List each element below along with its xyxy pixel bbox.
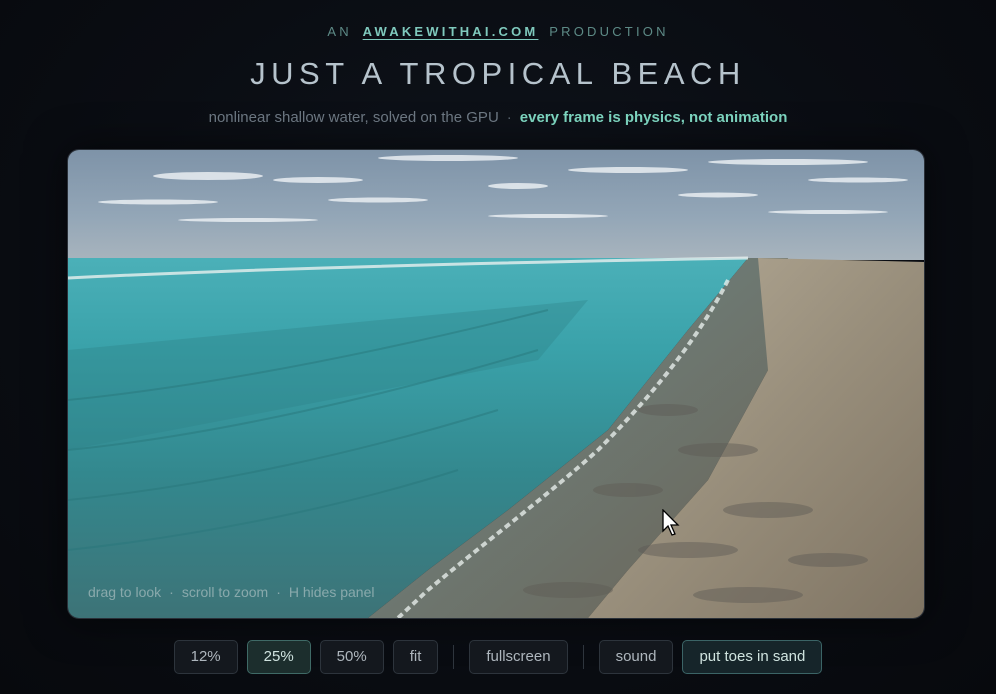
resolution-25-button[interactable]: 25%	[246, 640, 311, 674]
kicker-prefix: AN	[327, 24, 352, 39]
brand-link[interactable]: AWAKEWITHAI.COM	[363, 24, 539, 39]
subtitle-separator: ·	[506, 109, 512, 126]
toolbar-divider	[453, 645, 455, 669]
subtitle-emphasis: every frame is physics, not animation	[519, 109, 788, 126]
control-toolbar: 12% 25% 50% fit fullscreen sound put toe…	[0, 640, 996, 674]
resolution-fit-button[interactable]: fit	[392, 640, 439, 674]
hint-zoom: scroll to zoom	[181, 584, 269, 600]
production-credit: AN AWAKEWITHAI.COM PRODUCTION	[0, 24, 996, 39]
kicker-suffix: PRODUCTION	[549, 24, 669, 39]
sound-button[interactable]: sound	[598, 640, 674, 674]
page-title: JUST A TROPICAL BEACH	[250, 56, 746, 91]
hint-drag: drag to look	[88, 584, 162, 600]
beach-simulation-canvas[interactable]: drag to look · scroll to zoom · H hides pane…	[67, 149, 925, 619]
sky	[68, 150, 924, 260]
subtitle-text: nonlinear shallow water, solved on the G…	[208, 109, 499, 126]
resolution-12-button[interactable]: 12%	[173, 640, 238, 674]
beach-scene	[68, 150, 924, 618]
page-subtitle: nonlinear shallow water, solved on the G…	[0, 109, 996, 126]
toolbar-divider	[582, 645, 584, 669]
hint-separator: ·	[169, 584, 174, 600]
hint-hide-panel: H hides panel	[288, 584, 375, 600]
hint-separator: ·	[276, 584, 281, 600]
viewport-hints: drag to look · scroll to zoom · H hides pane…	[88, 584, 375, 600]
put-toes-in-sand-button[interactable]: put toes in sand	[682, 640, 823, 674]
resolution-50-button[interactable]: 50%	[319, 640, 384, 674]
fullscreen-button[interactable]: fullscreen	[469, 640, 568, 674]
mouse-cursor-icon	[662, 509, 680, 537]
